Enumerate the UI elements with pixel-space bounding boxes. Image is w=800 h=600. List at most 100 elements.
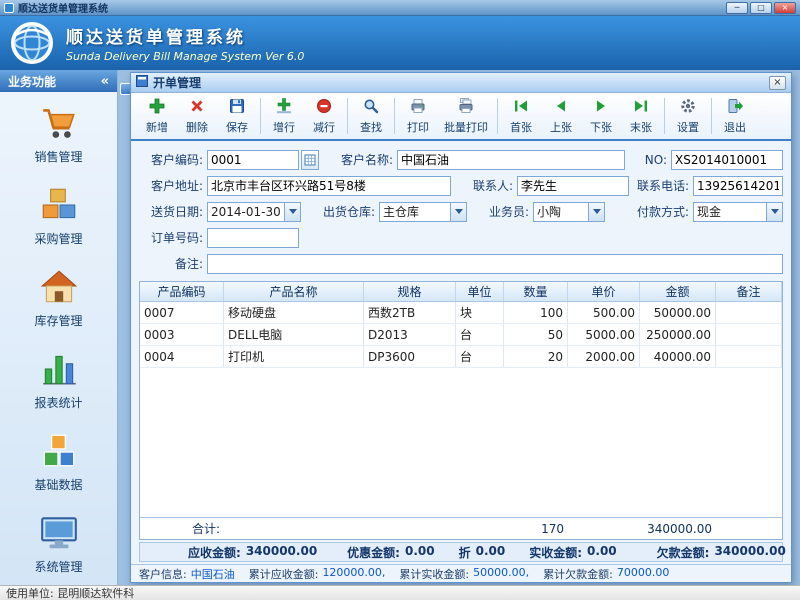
sidebar-item-inventory[interactable]: 库存管理 [0, 256, 117, 338]
first-page-icon [512, 97, 530, 118]
col-header-remark[interactable]: 备注 [716, 282, 782, 301]
customer-address-input[interactable] [207, 176, 451, 196]
toolbar-new-button[interactable]: 新增 [137, 93, 177, 139]
toolbar-next-button[interactable]: 下张 [581, 93, 621, 139]
form-row-3: 送货日期: 2014-01-30 出货仓库: 主仓库 业务员: 小陶 [143, 201, 783, 222]
contact-label: 联系人: [465, 177, 517, 194]
total-quantity: 170 [504, 518, 568, 539]
payment-select[interactable]: 现金 [693, 202, 783, 222]
phone-label: 联系电话: [629, 177, 693, 194]
toolbar-exit-button[interactable]: 退出 [715, 93, 755, 139]
order-no-input[interactable] [207, 228, 299, 248]
col-header-unit[interactable]: 单位 [456, 282, 504, 301]
warehouse-label: 出货仓库: [315, 203, 379, 220]
col-header-product-name[interactable]: 产品名称 [224, 282, 364, 301]
sidebar: 业务功能 « 销售管理 [0, 70, 118, 585]
prev-page-icon [552, 97, 570, 118]
delete-icon [188, 97, 206, 118]
minimize-button[interactable]: ─ [726, 2, 748, 14]
chevron-down-icon[interactable] [588, 203, 604, 221]
amount-summary: 应收金额: 340000.00 优惠金额: 0.00 折 0.00 实收金额: … [139, 542, 783, 562]
toolbar-settings-button[interactable]: 设置 [668, 93, 708, 139]
os-window-title: 顺达送货单管理系统 [18, 0, 108, 15]
customer-address-label: 客户地址: [143, 177, 207, 194]
table-row[interactable]: 0003 DELL电脑 D2013 台 50 5000.00 250000.00 [140, 324, 782, 346]
toolbar-separator [664, 98, 665, 134]
cell-price: 5000.00 [568, 324, 640, 345]
billing-close-button[interactable]: × [769, 76, 786, 90]
sidebar-item-purchase[interactable]: 采购管理 [0, 174, 117, 256]
sidebar-item-reports[interactable]: 报表统计 [0, 339, 117, 421]
sidebar-item-sales[interactable]: 销售管理 [0, 92, 117, 174]
print-icon [409, 97, 427, 118]
app-subtitle: Sunda Delivery Bill Manage System Ver 6.… [66, 50, 304, 63]
cumulative-receivable-label: 累计应收金额: [249, 566, 319, 582]
bar-chart-icon [38, 348, 80, 390]
toolbar-remove-row-button[interactable]: 减行 [304, 93, 344, 139]
billing-titlebar[interactable]: 开单管理 × [131, 73, 791, 93]
save-icon [228, 97, 246, 118]
discount-amount-label: 优惠金额: [347, 544, 400, 561]
customer-name-input[interactable] [397, 150, 625, 170]
toolbar-delete-button[interactable]: 删除 [177, 93, 217, 139]
total-spacer [364, 518, 456, 539]
customer-code-input[interactable] [207, 150, 299, 170]
total-spacer [224, 518, 364, 539]
col-header-price[interactable]: 单价 [568, 282, 640, 301]
contact-input[interactable] [517, 176, 629, 196]
add-row-icon [275, 97, 293, 118]
table-row[interactable]: 0004 打印机 DP3600 台 20 2000.00 40000.00 [140, 346, 782, 368]
toolbar-separator [260, 98, 261, 134]
toolbar-label: 查找 [360, 119, 382, 135]
next-page-icon [592, 97, 610, 118]
toolbar-print-button[interactable]: 打印 [398, 93, 438, 139]
toolbar-first-button[interactable]: 首张 [501, 93, 541, 139]
customer-code-label: 客户编码: [143, 151, 207, 168]
toolbar-find-button[interactable]: 查找 [351, 93, 391, 139]
data-cubes-icon [38, 430, 80, 472]
toolbar-label: 删除 [186, 119, 208, 135]
chevron-down-icon[interactable] [450, 203, 466, 221]
sidebar-item-basedata[interactable]: 基础数据 [0, 421, 117, 503]
toolbar-batch-print-button[interactable]: 批量打印 [438, 93, 494, 139]
cell-remark [716, 302, 782, 323]
sidebar-collapse-button[interactable]: « [101, 75, 109, 88]
customer-lookup-button[interactable] [301, 150, 319, 170]
maximize-button[interactable]: □ [750, 2, 772, 14]
salesman-value: 小陶 [534, 203, 588, 220]
close-button[interactable]: × [774, 2, 796, 14]
chevron-down-icon[interactable] [766, 203, 782, 221]
toolbar-label: 保存 [226, 119, 248, 135]
col-header-quantity[interactable]: 数量 [504, 282, 568, 301]
add-icon [148, 97, 166, 118]
toolbar-prev-button[interactable]: 上张 [541, 93, 581, 139]
cell-remark [716, 324, 782, 345]
col-header-product-code[interactable]: 产品编码 [140, 282, 224, 301]
remark-input[interactable] [207, 254, 783, 274]
toolbar-add-row-button[interactable]: 增行 [264, 93, 304, 139]
sidebar-header: 业务功能 « [0, 70, 117, 92]
toolbar-separator [711, 98, 712, 134]
cell-unit: 台 [456, 324, 504, 345]
cell-unit: 块 [456, 302, 504, 323]
app-title: 顺达送货单管理系统 [66, 23, 304, 48]
delivery-date-picker[interactable]: 2014-01-30 [207, 202, 301, 222]
chevron-down-icon[interactable] [284, 203, 300, 221]
col-header-spec[interactable]: 规格 [364, 282, 456, 301]
cell-quantity: 50 [504, 324, 568, 345]
no-input[interactable] [671, 150, 783, 170]
phone-input[interactable] [693, 176, 783, 196]
payment-label: 付款方式: [629, 203, 693, 220]
sidebar-item-system[interactable]: 系统管理 [0, 503, 117, 585]
col-header-amount[interactable]: 金额 [640, 282, 716, 301]
toolbar-last-button[interactable]: 末张 [621, 93, 661, 139]
billing-toolbar: 新增 删除 保存 增行 [131, 93, 791, 141]
table-row[interactable]: 0007 移动硬盘 西数2TB 块 100 500.00 50000.00 [140, 302, 782, 324]
salesman-select[interactable]: 小陶 [533, 202, 605, 222]
toolbar-save-button[interactable]: 保存 [217, 93, 257, 139]
toolbar-label: 减行 [313, 119, 335, 135]
total-spacer [716, 518, 782, 539]
warehouse-select[interactable]: 主仓库 [379, 202, 467, 222]
window-controls: ─ □ × [726, 2, 796, 14]
cumulative-debt-value: 70000.00 [617, 566, 670, 582]
